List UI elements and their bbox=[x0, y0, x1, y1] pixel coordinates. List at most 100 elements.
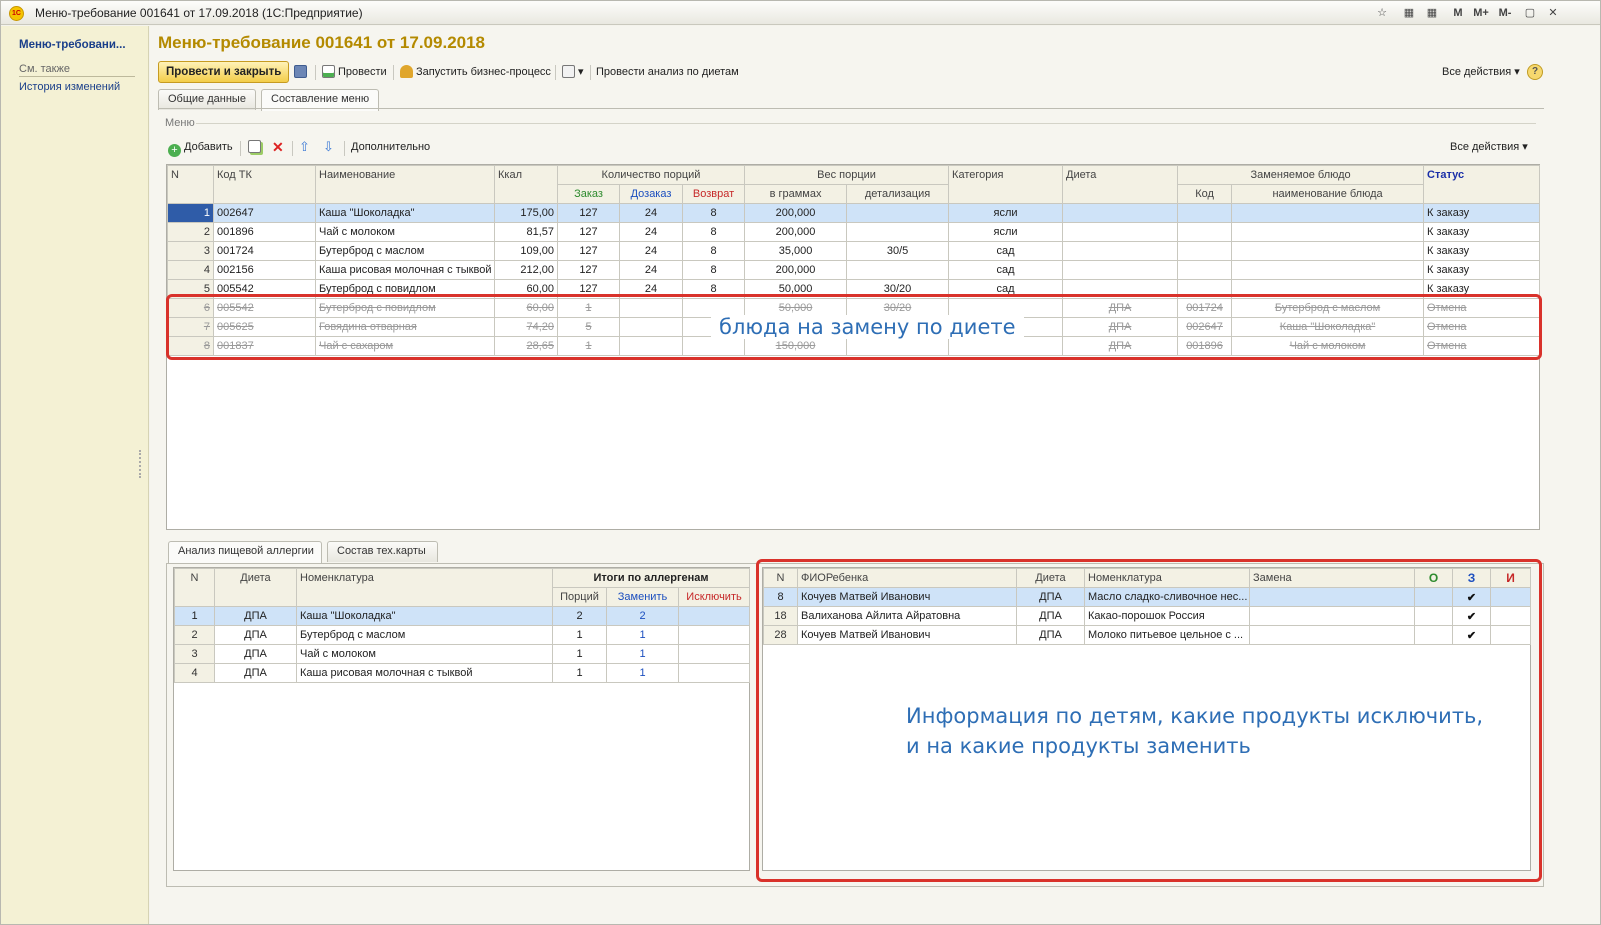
cell-diet[interactable]: ДПА bbox=[214, 606, 297, 626]
cell-nomenclature[interactable]: Каша "Шоколадка" bbox=[296, 606, 553, 626]
cell-detail[interactable] bbox=[846, 203, 950, 223]
cell-nomenclature[interactable]: Каша рисовая молочная с тыквой bbox=[296, 663, 553, 683]
cell-exclude[interactable] bbox=[677, 625, 751, 645]
cell-category[interactable]: сад bbox=[948, 260, 1064, 280]
more-menu[interactable]: Дополнительно bbox=[351, 136, 430, 158]
cell-grams[interactable]: 35,000 bbox=[744, 241, 848, 261]
grid-all-actions-menu[interactable]: Все действия ▾ bbox=[1450, 136, 1528, 158]
cell-replaced-name[interactable] bbox=[1231, 222, 1425, 242]
col-allergy-replace[interactable]: Заменить bbox=[606, 587, 679, 607]
cell-grams[interactable]: 200,000 bbox=[744, 222, 848, 242]
sidebar-item-history[interactable]: История изменений bbox=[19, 81, 120, 93]
cell-replaced-code[interactable] bbox=[1177, 222, 1233, 242]
memory-plus-button[interactable]: M+ bbox=[1470, 5, 1492, 21]
cell-code[interactable]: 001896 bbox=[213, 222, 316, 242]
cell-replace[interactable]: 1 bbox=[606, 625, 679, 645]
col-order[interactable]: Заказ bbox=[557, 184, 620, 204]
save-button[interactable] bbox=[294, 61, 310, 83]
cell-return[interactable]: 8 bbox=[681, 241, 746, 261]
table-row[interactable]: 2 001896 Чай с молоком 81,57 127 24 8 200,000 яс… bbox=[167, 222, 1541, 242]
tab-allergy-analysis[interactable]: Анализ пищевой аллергии bbox=[168, 541, 322, 563]
col-replaced-name[interactable]: наименование блюда bbox=[1231, 184, 1425, 204]
copy-row-button[interactable] bbox=[248, 136, 264, 158]
delete-icon[interactable]: ✕ bbox=[272, 136, 284, 158]
cell-order[interactable]: 127 bbox=[557, 241, 620, 261]
cell-replace[interactable]: 2 bbox=[606, 606, 679, 626]
cell-portions[interactable]: 1 bbox=[552, 644, 607, 664]
cell-status[interactable]: К заказу bbox=[1423, 260, 1541, 280]
cell-n[interactable]: 3 bbox=[174, 644, 215, 664]
table-row[interactable]: 1 ДПА Каша "Шоколадка" 2 2 bbox=[174, 606, 751, 626]
col-n[interactable]: N bbox=[167, 165, 214, 204]
cell-nomenclature[interactable]: Чай с молоком bbox=[296, 644, 553, 664]
table-row[interactable]: 3 001724 Бутерброд с маслом 109,00 127 24 8 35,… bbox=[167, 241, 1541, 261]
start-business-process-button[interactable]: Запустить бизнес-процесс bbox=[400, 61, 551, 83]
diet-analysis-button[interactable]: Провести анализ по диетам bbox=[596, 61, 739, 83]
close-icon[interactable]: ✕ bbox=[1546, 5, 1560, 21]
col-extra[interactable]: Дозаказ bbox=[619, 184, 683, 204]
cell-diet[interactable]: ДПА bbox=[214, 663, 297, 683]
col-return[interactable]: Возврат bbox=[681, 184, 746, 204]
cell-replaced-code[interactable] bbox=[1177, 203, 1233, 223]
move-down-icon[interactable]: ⇩ bbox=[323, 136, 334, 158]
col-status[interactable]: Статус bbox=[1423, 165, 1541, 204]
cell-replace[interactable]: 1 bbox=[606, 663, 679, 683]
col-grams[interactable]: в граммах bbox=[744, 184, 848, 204]
post-and-close-button[interactable]: Провести и закрыть bbox=[158, 61, 290, 83]
cell-detail[interactable] bbox=[846, 222, 950, 242]
cell-n[interactable]: 1 bbox=[174, 606, 215, 626]
cell-detail[interactable] bbox=[846, 260, 950, 280]
cell-diet[interactable]: ДПА bbox=[214, 625, 297, 645]
cell-n[interactable]: 2 bbox=[167, 222, 214, 242]
table-row[interactable]: 4 ДПА Каша рисовая молочная с тыквой 1 1 bbox=[174, 663, 751, 683]
cell-n[interactable]: 4 bbox=[167, 260, 214, 280]
cell-name[interactable]: Бутерброд с маслом bbox=[315, 241, 495, 261]
col-allergy-portions[interactable]: Порций bbox=[552, 587, 607, 607]
splitter-handle[interactable] bbox=[139, 450, 143, 478]
print-menu-button[interactable]: ▾ bbox=[562, 61, 584, 83]
col-kcal[interactable]: Ккал bbox=[494, 165, 558, 204]
cell-code[interactable]: 001724 bbox=[213, 241, 316, 261]
cell-exclude[interactable] bbox=[677, 644, 751, 664]
cell-portions[interactable]: 1 bbox=[552, 663, 607, 683]
sidebar-item-current[interactable]: Меню-требовани... bbox=[19, 39, 126, 51]
cell-name[interactable]: Каша рисовая молочная с тыквой bbox=[315, 260, 495, 280]
cell-kcal[interactable]: 175,00 bbox=[494, 203, 558, 223]
cell-return[interactable]: 8 bbox=[681, 222, 746, 242]
post-button[interactable]: Провести bbox=[322, 61, 387, 83]
col-detail[interactable]: детализация bbox=[846, 184, 950, 204]
cell-exclude[interactable] bbox=[677, 606, 751, 626]
cell-diet[interactable] bbox=[1062, 222, 1179, 242]
cell-replaced-code[interactable] bbox=[1177, 260, 1233, 280]
cell-return[interactable]: 8 bbox=[681, 260, 746, 280]
cell-grams[interactable]: 200,000 bbox=[744, 203, 848, 223]
cell-n[interactable]: 3 bbox=[167, 241, 214, 261]
cell-status[interactable]: К заказу bbox=[1423, 241, 1541, 261]
cell-status[interactable]: К заказу bbox=[1423, 203, 1541, 223]
col-replaced-code[interactable]: Код bbox=[1177, 184, 1233, 204]
cell-order[interactable]: 127 bbox=[557, 203, 620, 223]
cell-replaced-name[interactable] bbox=[1231, 260, 1425, 280]
cell-diet[interactable] bbox=[1062, 241, 1179, 261]
memory-button[interactable]: M bbox=[1451, 5, 1465, 21]
cell-n[interactable]: 4 bbox=[174, 663, 215, 683]
col-category[interactable]: Категория bbox=[948, 165, 1064, 204]
col-allergy-n[interactable]: N bbox=[174, 568, 215, 607]
col-allergy-nom[interactable]: Номенклатура bbox=[296, 568, 553, 607]
cell-code[interactable]: 002156 bbox=[213, 260, 316, 280]
move-up-icon[interactable]: ⇧ bbox=[299, 136, 310, 158]
cell-replaced-name[interactable] bbox=[1231, 241, 1425, 261]
cell-kcal[interactable]: 212,00 bbox=[494, 260, 558, 280]
cell-n[interactable]: 2 bbox=[174, 625, 215, 645]
calculator-icon[interactable]: ▦ bbox=[1402, 5, 1416, 21]
cell-diet[interactable] bbox=[1062, 203, 1179, 223]
cell-portions[interactable]: 2 bbox=[552, 606, 607, 626]
maximize-icon[interactable]: ▢ bbox=[1523, 5, 1537, 21]
cell-return[interactable]: 8 bbox=[681, 203, 746, 223]
table-row[interactable]: 4 002156 Каша рисовая молочная с тыквой 212… bbox=[167, 260, 1541, 280]
table-row[interactable]: 2 ДПА Бутерброд с маслом 1 1 bbox=[174, 625, 751, 645]
cell-replace[interactable]: 1 bbox=[606, 644, 679, 664]
cell-kcal[interactable]: 109,00 bbox=[494, 241, 558, 261]
cell-category[interactable]: ясли bbox=[948, 222, 1064, 242]
table-row[interactable]: 1 002647 Каша "Шоколадка" 175,00 127 24 8 200,0… bbox=[167, 203, 1541, 223]
